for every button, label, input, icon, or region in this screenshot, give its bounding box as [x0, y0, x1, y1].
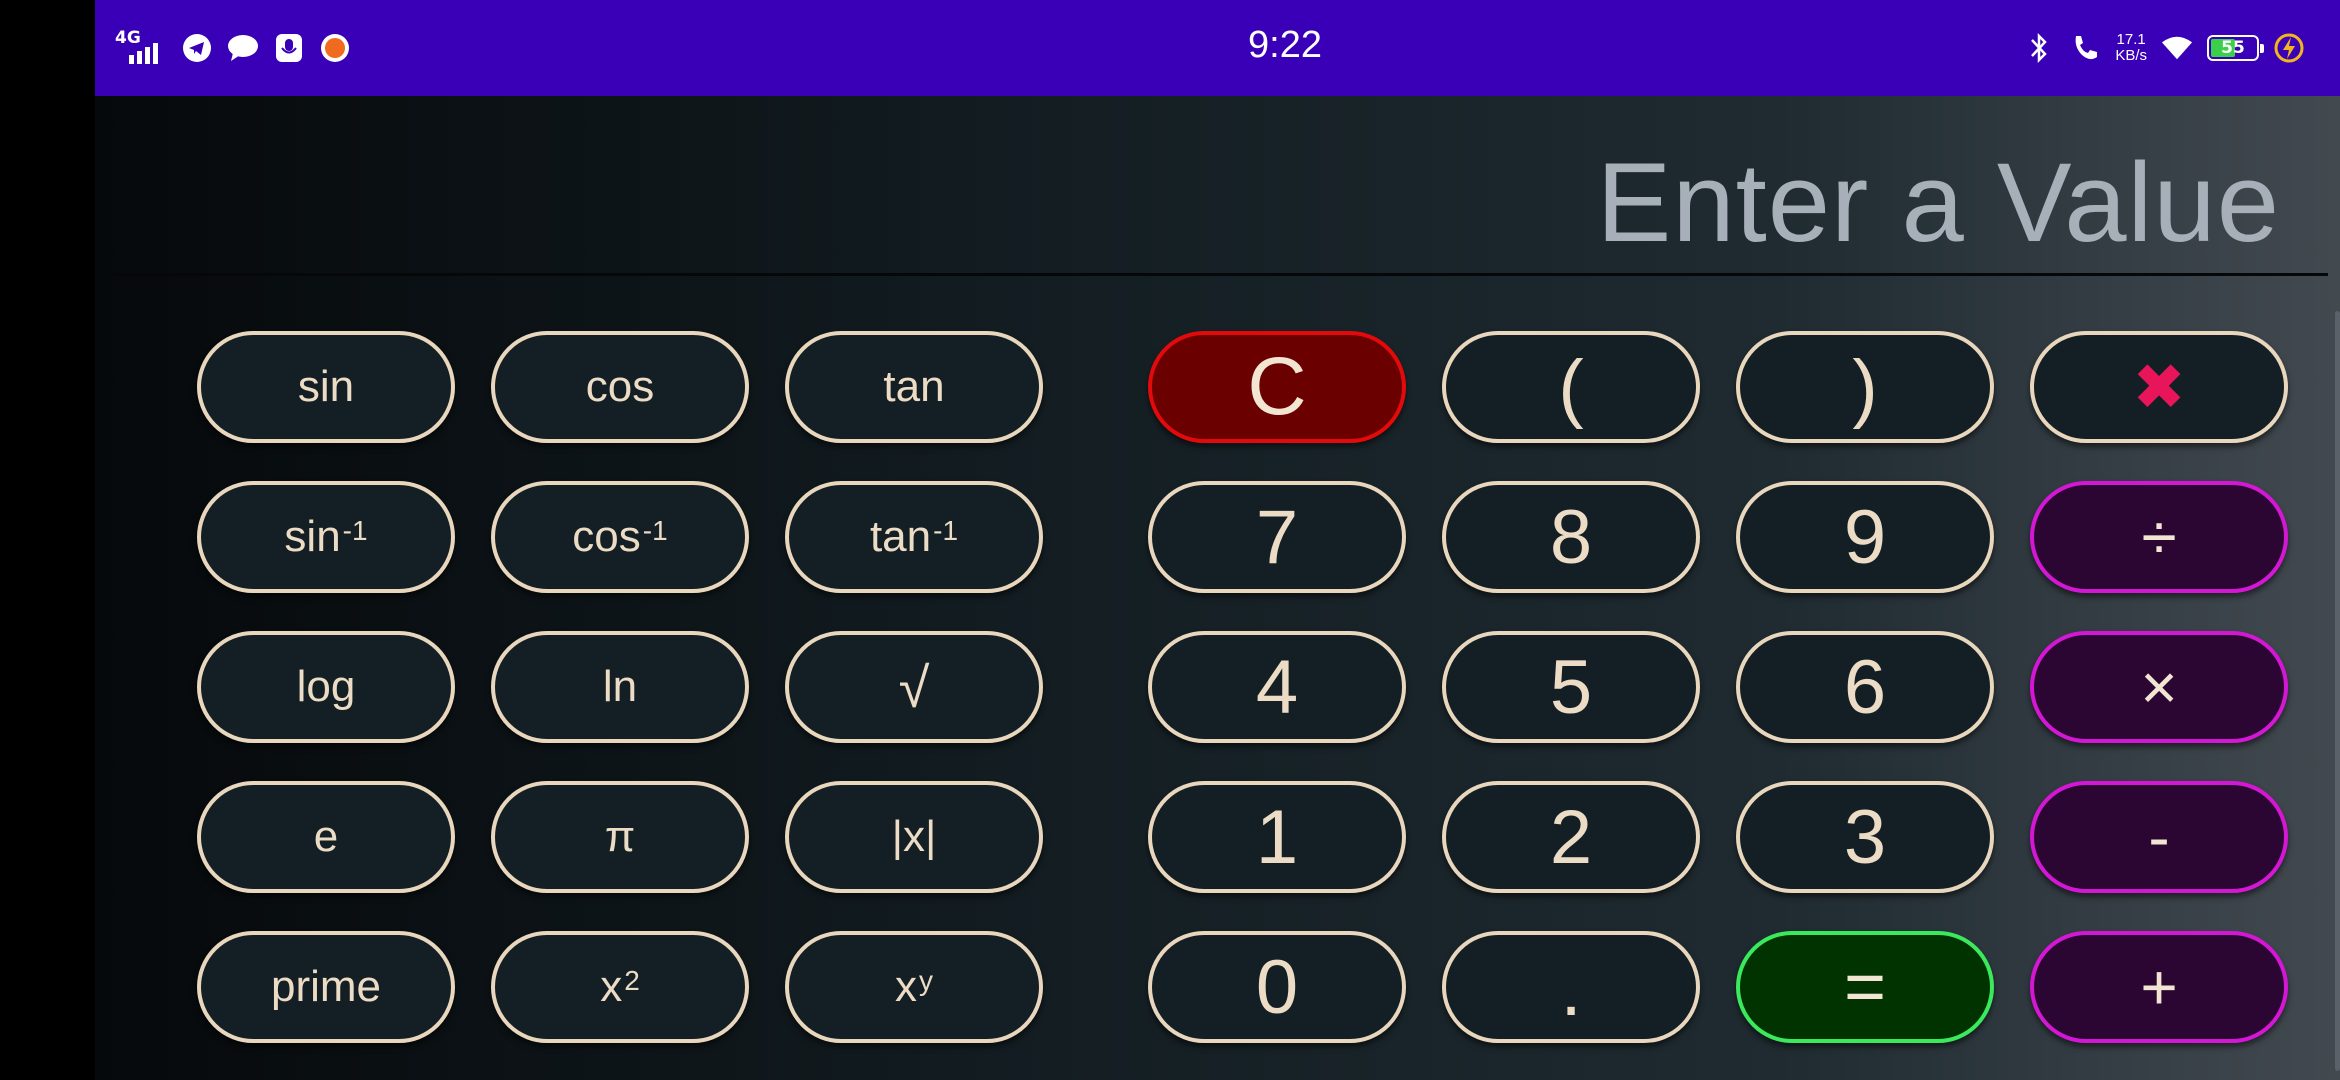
digit-1-button[interactable]: 1	[1148, 781, 1406, 893]
abs-button[interactable]: |x|	[785, 781, 1043, 893]
divider	[113, 273, 2328, 276]
status-bar: 4G 9:22 17.1 KB/s 55	[95, 0, 2340, 96]
decimal-button[interactable]: .	[1442, 931, 1700, 1043]
digit-5-button[interactable]: 5	[1442, 631, 1700, 743]
digit-7-button[interactable]: 7	[1148, 481, 1406, 593]
ln-button[interactable]: ln	[491, 631, 749, 743]
tan-button[interactable]: tan	[785, 331, 1043, 443]
status-right-icons: 17.1 KB/s 55	[2023, 26, 2305, 70]
battery-icon: 55	[2207, 35, 2264, 61]
digit-3-button[interactable]: 3	[1736, 781, 1994, 893]
wifi-icon	[2161, 32, 2193, 64]
call-icon	[2069, 32, 2101, 64]
charging-icon	[2273, 32, 2305, 64]
clock: 9:22	[1248, 24, 1322, 66]
digit-0-button[interactable]: 0	[1148, 931, 1406, 1043]
close-icon: ✖	[2132, 350, 2186, 423]
sqrt-button[interactable]: √	[785, 631, 1043, 743]
backspace-button[interactable]: ✖	[2030, 331, 2288, 443]
open-paren-button[interactable]: (	[1442, 331, 1700, 443]
scrollbar[interactable]	[2335, 311, 2340, 1071]
e-button[interactable]: e	[197, 781, 455, 893]
app-notification-icon	[319, 32, 351, 64]
speed-value: 17.1	[2116, 31, 2146, 48]
arccos-button[interactable]: cos -1	[491, 481, 749, 593]
bluetooth-icon	[2023, 32, 2055, 64]
input-display[interactable]: Enter a Value	[1597, 138, 2280, 267]
cos-button[interactable]: cos	[491, 331, 749, 443]
network-speed: 17.1 KB/s	[2115, 32, 2147, 64]
prime-button[interactable]: prime	[197, 931, 455, 1043]
minus-button[interactable]: -	[2030, 781, 2288, 893]
digit-4-button[interactable]: 4	[1148, 631, 1406, 743]
plus-button[interactable]: +	[2030, 931, 2288, 1043]
status-left-icons: 4G	[115, 28, 351, 68]
close-paren-button[interactable]: )	[1736, 331, 1994, 443]
equals-button[interactable]: =	[1736, 931, 1994, 1043]
arctan-button[interactable]: tan -1	[785, 481, 1043, 593]
square-button[interactable]: x2	[491, 931, 749, 1043]
multiply-button[interactable]: ×	[2030, 631, 2288, 743]
digit-6-button[interactable]: 6	[1736, 631, 1994, 743]
divide-button[interactable]: ÷	[2030, 481, 2288, 593]
pi-button[interactable]: π	[491, 781, 749, 893]
clear-button[interactable]: C	[1148, 331, 1406, 443]
message-icon	[227, 32, 259, 64]
calculator-app: Enter a Value sin cos tan sin -1 cos -1 ta…	[95, 96, 2340, 1080]
arcsin-button[interactable]: sin -1	[197, 481, 455, 593]
power-button[interactable]: xy	[785, 931, 1043, 1043]
signal-icon: 4G	[115, 30, 167, 66]
digit-8-button[interactable]: 8	[1442, 481, 1700, 593]
telegram-icon	[181, 32, 213, 64]
speed-unit: KB/s	[2115, 47, 2147, 64]
log-button[interactable]: log	[197, 631, 455, 743]
sin-button[interactable]: sin	[197, 331, 455, 443]
battery-level: 55	[2221, 38, 2245, 58]
left-bezel	[0, 0, 95, 1080]
digit-9-button[interactable]: 9	[1736, 481, 1994, 593]
voice-recorder-icon	[273, 32, 305, 64]
digit-2-button[interactable]: 2	[1442, 781, 1700, 893]
